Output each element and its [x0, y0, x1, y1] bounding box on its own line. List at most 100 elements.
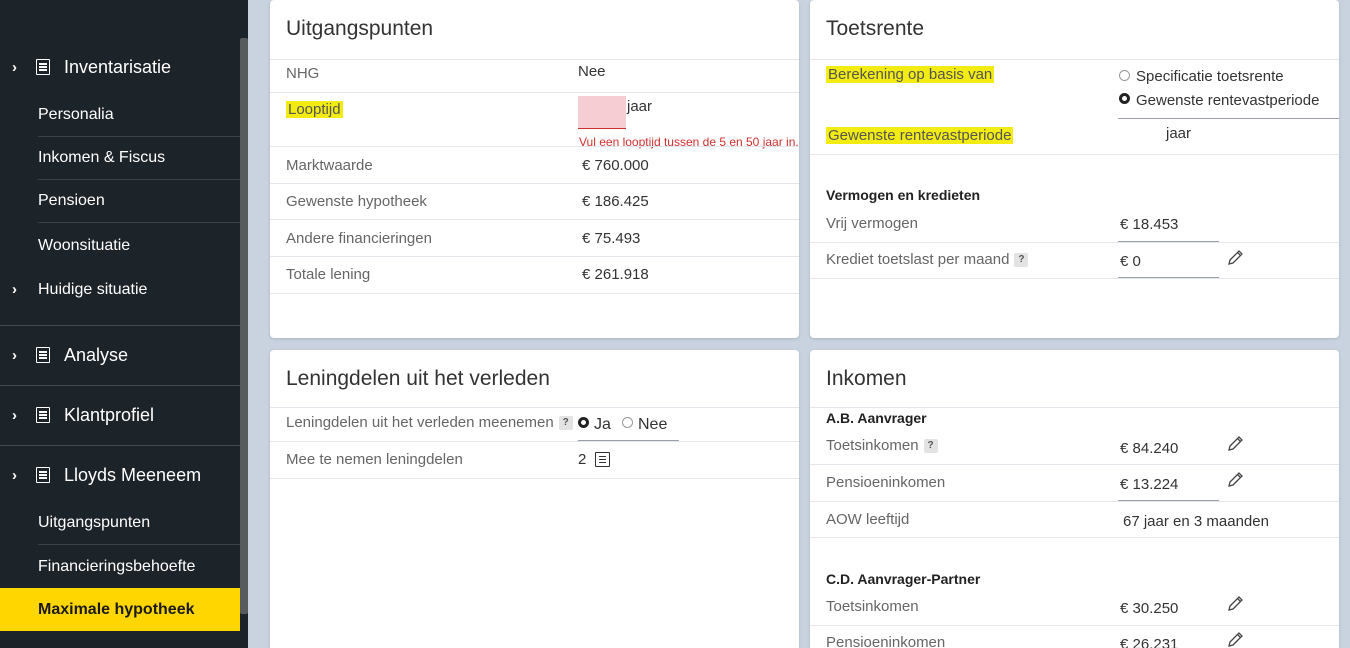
radio-specificatie[interactable]	[1119, 70, 1130, 81]
gewenste-hypotheek-label: Gewenste hypotheek	[286, 193, 427, 210]
help-icon[interactable]: ?	[923, 439, 938, 453]
file-icon	[36, 467, 50, 483]
card-title: Inkomen	[826, 367, 907, 390]
divider	[810, 242, 1339, 243]
divider	[270, 183, 799, 184]
totale-lening-label: Totale lening	[286, 266, 371, 283]
looptijd-unit: jaar	[627, 98, 653, 115]
sidebar-item-label: Inkomen & Fiscus	[38, 149, 166, 166]
vrij-vermogen-value: € 18.453	[1120, 216, 1179, 233]
list-icon[interactable]	[595, 452, 610, 467]
sidebar-item-personalia[interactable]: Personalia	[38, 94, 240, 137]
highlighted-text: Gewenste rentevastperiode	[826, 127, 1014, 144]
sidebar-scrollbar[interactable]	[240, 38, 248, 614]
divider	[810, 537, 1339, 538]
divider	[270, 146, 799, 147]
sidebar-item-pensioen[interactable]: Pensioen	[38, 180, 240, 223]
sidebar-section-analyse[interactable]: › Analyse	[0, 325, 240, 385]
sidebar-item-label: Uitgangspunten	[38, 514, 151, 531]
looptijd-input[interactable]	[578, 96, 626, 128]
sidebar-section-klantprofiel[interactable]: › Klantprofiel	[0, 385, 240, 445]
rentevast-unit: jaar	[1166, 125, 1192, 142]
marktwaarde-label: Marktwaarde	[286, 157, 373, 174]
help-icon[interactable]: ?	[1014, 253, 1029, 267]
pensioeninkomen-label: Pensioeninkomen	[826, 474, 946, 491]
toetsinkomen-value: € 84.240	[1120, 440, 1179, 457]
divider	[810, 278, 1339, 279]
input-underline	[578, 128, 626, 129]
profile-document-icon	[36, 407, 50, 423]
sidebar-item-huidige-situatie[interactable]: › Huidige situatie	[0, 268, 240, 311]
meenemen-label-text: Leningdelen uit het verleden meenemen	[286, 414, 554, 431]
krediet-label: Krediet toetslast per maand?	[826, 251, 1029, 268]
sidebar: › Inventarisatie Personalia Inkomen & Fi…	[0, 0, 248, 648]
partner-name: C.D. Aanvrager-Partner	[826, 571, 981, 587]
radio-specificatie-label[interactable]: Specificatie toetsrente	[1136, 68, 1284, 85]
sidebar-section-label: Inventarisatie	[64, 56, 172, 77]
nhg-label: NHG	[286, 65, 320, 82]
divider	[270, 441, 799, 442]
pencil-icon[interactable]	[1226, 631, 1244, 648]
help-icon[interactable]: ?	[558, 416, 573, 430]
sidebar-item-label: Personalia	[38, 106, 114, 123]
divider	[810, 59, 1339, 60]
card-title: Leningdelen uit het verleden	[286, 367, 550, 390]
chevron-right-icon: ›	[12, 281, 17, 298]
radio-rentevastperiode-label[interactable]: Gewenste rentevastperiode	[1136, 92, 1319, 109]
sidebar-item-label: Woonsituatie	[38, 236, 131, 254]
pencil-icon[interactable]	[1226, 435, 1244, 453]
radio-nee[interactable]	[622, 417, 633, 428]
sidebar-section-label: Lloyds Meeneem	[64, 464, 202, 485]
sidebar-item-maximale-hypotheek[interactable]: Maximale hypotheek	[0, 588, 240, 631]
sidebar-item-financieringsbehoefte[interactable]: Financieringsbehoefte	[38, 545, 240, 588]
divider	[810, 154, 1339, 155]
vrij-vermogen-label: Vrij vermogen	[826, 215, 918, 232]
chevron-right-icon: ›	[12, 58, 17, 76]
document-icon	[36, 59, 50, 75]
chevron-right-icon: ›	[12, 346, 17, 364]
sidebar-section-label: Klantprofiel	[64, 404, 155, 425]
sidebar-item-inkomen-fiscus[interactable]: Inkomen & Fiscus	[38, 137, 240, 180]
divider	[270, 478, 799, 479]
totale-lening-value: € 261.918	[582, 266, 649, 283]
sidebar-item-label: Pensioen	[38, 192, 105, 209]
sidebar-item-label: Maximale hypotheek	[38, 600, 195, 618]
partner-pensioeninkomen-value: € 26.231	[1120, 636, 1179, 648]
chevron-right-icon: ›	[12, 406, 17, 424]
sidebar-section-label: Analyse	[64, 344, 129, 365]
radio-rentevastperiode[interactable]	[1119, 93, 1130, 104]
krediet-value[interactable]: € 0	[1120, 253, 1141, 270]
looptijd-label: Looptijd	[286, 101, 343, 118]
meenemen-label: Leningdelen uit het verleden meenemen?	[286, 414, 573, 431]
vermogen-header: Vermogen en kredieten	[826, 187, 981, 203]
card-title: Toetsrente	[826, 17, 925, 40]
radio-ja-label[interactable]: Ja	[594, 416, 611, 434]
pencil-icon[interactable]	[1226, 471, 1244, 489]
divider	[810, 625, 1339, 626]
pencil-icon[interactable]	[1226, 595, 1244, 613]
leningdelen-card: Leningdelen uit het verleden Leningdelen…	[270, 350, 799, 648]
pensioeninkomen-value: € 13.224	[1120, 476, 1179, 493]
sidebar-item-uitgangspunten[interactable]: Uitgangspunten	[38, 502, 240, 545]
partner-toetsinkomen-label: Toetsinkomen	[826, 598, 919, 615]
mee-value: 2	[578, 451, 587, 468]
divider	[270, 293, 799, 294]
divider	[810, 407, 1339, 408]
toetsinkomen-label-text: Toetsinkomen	[826, 437, 919, 454]
sidebar-item-label: Financieringsbehoefte	[38, 557, 196, 575]
andere-financieringen-value: € 75.493	[582, 230, 641, 247]
sidebar-section-inventarisatie[interactable]: › Inventarisatie	[0, 37, 240, 97]
toetsrente-card: Toetsrente Berekening op basis van Speci…	[810, 0, 1339, 338]
divider	[810, 464, 1339, 465]
sidebar-section-lloyds-meeneem[interactable]: › Lloyds Meeneem	[0, 445, 240, 505]
nhg-value[interactable]: Nee	[578, 63, 606, 80]
highlighted-text: Berekening op basis van	[826, 66, 995, 83]
highlighted-text: Looptijd	[286, 101, 343, 118]
partner-pensioeninkomen-label: Pensioeninkomen	[826, 634, 946, 648]
pencil-icon[interactable]	[1226, 249, 1244, 267]
radio-nee-label[interactable]: Nee	[638, 416, 667, 434]
radio-ja[interactable]	[578, 417, 589, 428]
sidebar-item-woonsituatie[interactable]: Woonsituatie	[38, 224, 240, 267]
radio-underline	[1118, 118, 1339, 119]
divider	[270, 407, 799, 408]
